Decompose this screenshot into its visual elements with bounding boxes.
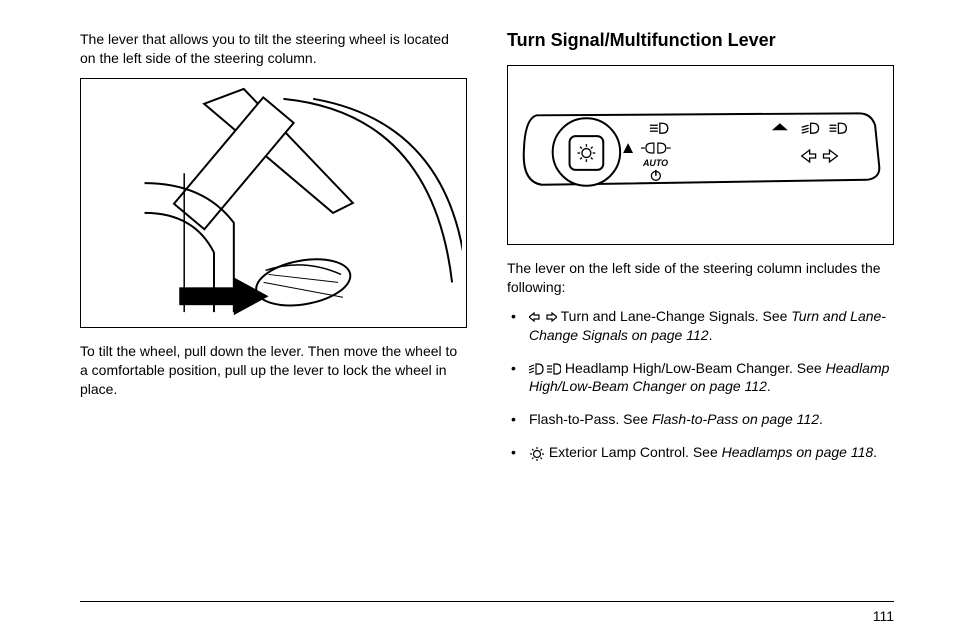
list-item: Exterior Lamp Control. See Headlamps on … (511, 443, 894, 462)
page-content: The lever that allows you to tilt the st… (80, 30, 894, 590)
tilt-caption-text: To tilt the wheel, pull down the lever. … (80, 342, 467, 399)
bullet-text: Headlamp High/Low-Beam Changer. See (565, 360, 826, 376)
pull-down-arrow-icon (179, 277, 268, 315)
section-heading: Turn Signal/Multifunction Lever (507, 30, 894, 51)
bullet-text: Flash-to-Pass. See (529, 411, 652, 427)
right-column: Turn Signal/Multifunction Lever (507, 30, 894, 590)
beams-icon (529, 363, 561, 375)
lamp-icon (529, 446, 545, 462)
list-item: Turn and Lane-Change Signals. See Turn a… (511, 307, 894, 345)
tilt-intro-text: The lever that allows you to tilt the st… (80, 30, 467, 68)
footer-divider (80, 601, 894, 602)
auto-label: AUTO (642, 158, 668, 168)
list-item: Flash-to-Pass. See Flash-to-Pass on page… (511, 410, 894, 429)
multifunction-lever-figure: AUTO (507, 65, 894, 245)
page-number: 111 (873, 608, 894, 624)
list-item: Headlamp High/Low-Beam Changer. See Head… (511, 359, 894, 397)
bullet-ref: Flash-to-Pass on page 112 (652, 411, 819, 427)
bullet-after: . (709, 327, 713, 343)
bullet-after: . (767, 378, 771, 394)
feature-list: Turn and Lane-Change Signals. See Turn a… (507, 307, 894, 462)
lever-lead-text: The lever on the left side of the steeri… (507, 259, 894, 297)
bullet-text: Turn and Lane-Change Signals. See (561, 308, 792, 324)
bullet-after: . (819, 411, 823, 427)
bullet-text: Exterior Lamp Control. See (549, 444, 722, 460)
turn-arrows-icon (529, 311, 557, 323)
tilt-lever-figure (80, 78, 467, 328)
bullet-after: . (873, 444, 877, 460)
tilt-lever-illustration (85, 83, 462, 323)
left-column: The lever that allows you to tilt the st… (80, 30, 467, 590)
bullet-ref: Headlamps on page 118 (722, 444, 874, 460)
multifunction-lever-illustration: AUTO (512, 70, 889, 240)
